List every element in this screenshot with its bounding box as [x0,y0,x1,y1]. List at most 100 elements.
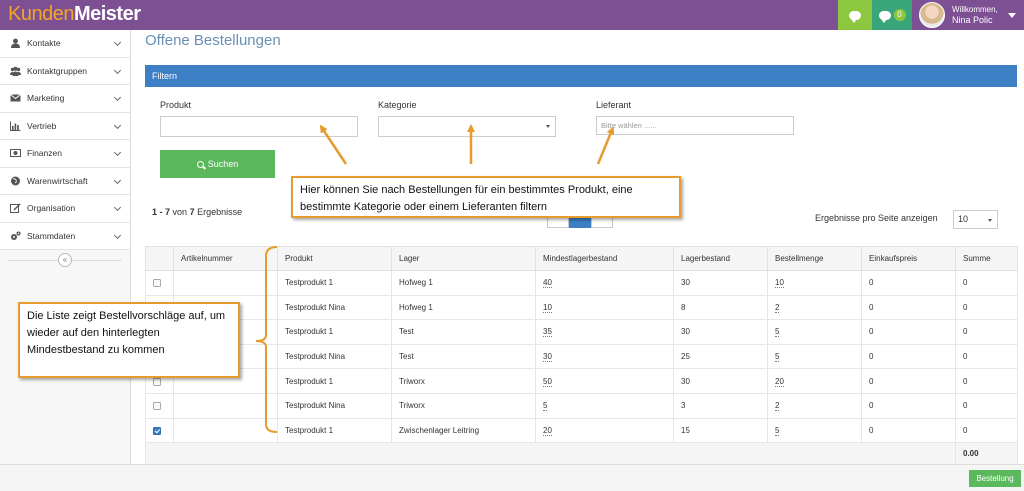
cell-sum: 0 [955,417,1018,444]
row-checkbox[interactable] [153,279,161,288]
cell-warehouse: Hofweg 1 [391,294,536,321]
orders-table-wrapper: Artikelnummer Produkt Lager Mindestlager… [145,246,1018,466]
cell-price: 0 [861,417,956,444]
sidebar-item-kontakte[interactable]: Kontakte [0,30,130,58]
row-checkbox[interactable] [153,402,161,411]
total-spacer [145,442,956,466]
row-checkbox[interactable] [153,426,161,435]
user-info: Willkommen, Nina Polic [952,5,998,25]
cell-product: Testprodukt 1 [277,368,392,394]
collapse-sidebar-button[interactable]: « [58,253,72,267]
cell-min-stock: 30 [535,343,674,370]
search-button[interactable]: Suchen [160,150,275,178]
bottom-action-bar [0,464,1024,491]
orders-table: Artikelnummer Produkt Lager Mindestlager… [145,246,1018,466]
user-menu[interactable]: Willkommen, Nina Polic [912,0,1024,30]
cell-article [173,417,278,444]
row-checkbox-cell [145,392,174,419]
sidebar-item-vertrieb[interactable]: Vertrieb [0,112,130,140]
caret-down-icon [546,125,550,128]
cell-stock: 25 [673,343,768,370]
per-page-value: 10 [958,214,969,224]
table-row[interactable]: Testprodukt Nina Triworx 5 3 2 0 0 [145,392,1018,419]
cell-order-qty-value[interactable]: 10 [775,278,784,289]
app-logo[interactable]: KundenMeister [8,3,141,26]
cell-product: Testprodukt Nina [277,294,392,321]
cell-min-stock-value[interactable]: 35 [543,327,552,338]
table-total-row: 0.00 [145,442,1018,466]
cell-product: Testprodukt Nina [277,392,392,419]
col-header-price[interactable]: Einkaufspreis [861,246,956,271]
cell-order-qty-value[interactable]: 5 [775,425,780,436]
cogs-icon [11,231,21,240]
cell-min-stock-value[interactable]: 5 [543,401,548,412]
table-row[interactable]: Testprodukt 1 Triworx 50 30 20 0 0 [145,368,1018,394]
col-header-sum[interactable]: Summe [955,246,1018,271]
cell-stock: 30 [673,368,768,394]
cell-sum: 0 [955,319,1018,345]
cell-order-qty-value[interactable]: 5 [775,327,780,338]
results-word: Ergebnisse [197,207,243,217]
messages-badge: 0 [893,9,906,21]
comments-icon [849,10,861,23]
chat-button[interactable] [838,0,872,30]
table-row[interactable]: Testprodukt 1 Test 35 30 5 0 0 [145,319,1018,345]
col-header-select [145,246,174,271]
cell-order-qty-value[interactable]: 20 [775,376,784,387]
envelope-icon [10,94,21,102]
table-row[interactable]: Testprodukt 1 Hofweg 1 40 30 10 0 0 [145,270,1018,296]
sidebar-item-finanzen[interactable]: Finanzen [0,140,130,168]
cell-sum: 0 [955,270,1018,296]
sidebar-item-kontaktgruppen[interactable]: Kontaktgruppen [0,57,130,85]
table-row[interactable]: Testprodukt Nina Test 30 25 5 0 0 [145,343,1018,370]
cell-min-stock: 50 [535,368,674,394]
sidebar-item-warenwirtschaft[interactable]: Warenwirtschaft [0,167,130,195]
col-header-product[interactable]: Produkt [277,246,392,271]
cell-min-stock-value[interactable]: 30 [543,352,552,363]
cell-sum: 0 [955,343,1018,370]
per-page-select[interactable]: 10 [953,210,998,229]
messages-button[interactable]: 0 [872,0,912,30]
cell-warehouse: Hofweg 1 [391,270,536,296]
cell-order-qty-value[interactable]: 2 [775,401,780,412]
results-count: 1 - 7 von 7 Ergebnisse [152,207,242,217]
sidebar-item-marketing[interactable]: Marketing [0,85,130,113]
table-row[interactable]: Testprodukt Nina Hofweg 1 10 8 2 0 0 [145,294,1018,321]
col-header-order-qty[interactable]: Bestellmenge [767,246,862,271]
cell-min-stock: 20 [535,417,674,444]
col-header-article[interactable]: Artikelnummer [173,246,278,271]
col-header-stock[interactable]: Lagerbestand [673,246,768,271]
cell-price: 0 [861,368,956,394]
globe-icon [11,176,20,186]
table-row[interactable]: Testprodukt 1 Zwischenlager Leitring 20 15 5… [145,417,1018,444]
category-select[interactable] [378,116,556,137]
results-of: von [172,207,188,217]
sidebar-item-stammdaten[interactable]: Stammdaten [0,222,130,250]
order-button[interactable]: Bestellung [969,470,1021,487]
sidebar-item-label: Finanzen [27,148,62,159]
search-icon [196,160,204,168]
col-header-min-stock[interactable]: Mindestlagerbestand [535,246,674,271]
logo-text-meister: Meister [73,3,141,25]
caret-down-icon [988,219,992,222]
col-header-warehouse[interactable]: Lager [391,246,536,271]
cell-order-qty-value[interactable]: 2 [775,302,780,313]
cell-stock: 30 [673,270,768,296]
results-total: 7 [189,207,195,217]
cell-warehouse: Zwischenlager Leitring [391,417,536,444]
row-checkbox[interactable] [153,377,161,386]
cell-min-stock-value[interactable]: 20 [543,425,552,436]
cell-order-qty-value[interactable]: 5 [775,352,780,363]
cell-order-qty: 2 [767,392,862,419]
cell-min-stock: 35 [535,319,674,345]
comment-icon [878,10,891,23]
sidebar: Kontakte Kontaktgruppen Marketing Vertri… [0,30,131,491]
supplier-select[interactable]: Bitte wählen ...... [596,116,794,135]
cell-min-stock-value[interactable]: 40 [543,278,552,289]
sidebar-item-organisation[interactable]: Organisation [0,195,130,223]
users-icon [10,66,21,76]
product-input[interactable] [160,116,358,137]
cell-min-stock-value[interactable]: 10 [543,302,552,313]
cell-min-stock-value[interactable]: 50 [543,376,552,387]
caret-down-icon [1008,13,1016,18]
